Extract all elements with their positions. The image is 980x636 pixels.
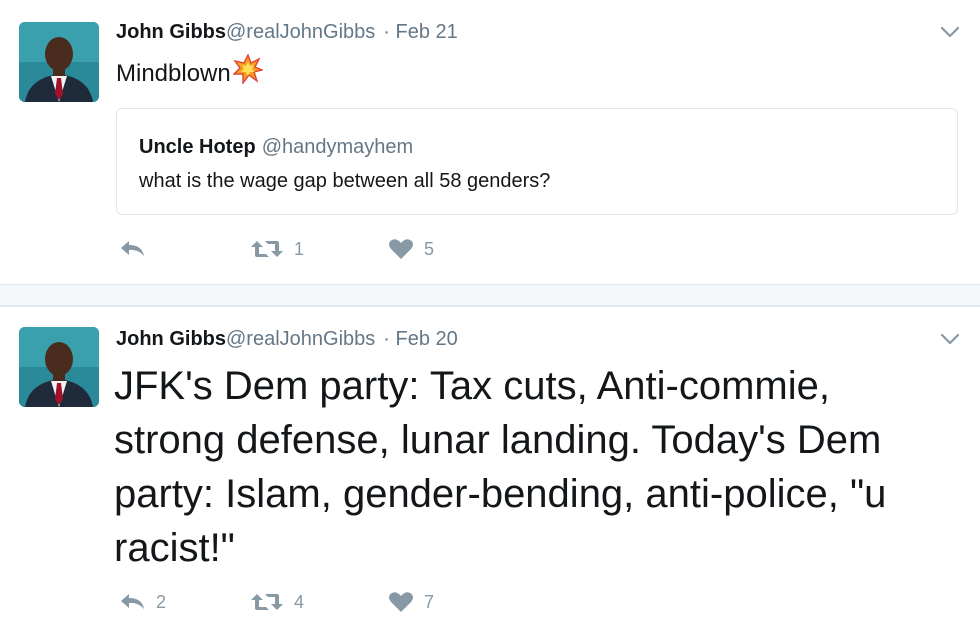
like-button[interactable]: 5 (388, 234, 434, 264)
tweet-date[interactable]: Feb 20 (396, 328, 458, 350)
reply-icon (118, 238, 146, 260)
tweet-date[interactable]: Feb 21 (396, 21, 458, 43)
retweet-count: 1 (294, 238, 305, 259)
retweet-button[interactable]: 1 (250, 234, 304, 264)
collision-icon (232, 53, 264, 92)
tweet[interactable]: John Gibbs@realJohnGibbs · Feb 21 Mindblo… (0, 0, 980, 284)
reply-icon (118, 591, 146, 613)
tweet-separator (0, 284, 980, 306)
separator-dot: · (383, 328, 390, 350)
reply-count: 2 (156, 591, 167, 612)
like-count: 5 (424, 238, 435, 259)
author-handle[interactable]: @realJohnGibbs (226, 328, 375, 350)
tweet-text: JFK's Dem party: Tax cuts, Anti-commie, … (114, 364, 887, 570)
avatar[interactable] (19, 327, 99, 407)
avatar[interactable] (19, 22, 99, 102)
retweet-icon (250, 591, 284, 613)
author-handle[interactable]: @realJohnGibbs (226, 21, 375, 43)
separator-dot: · (383, 21, 390, 43)
retweet-count: 4 (294, 591, 305, 612)
like-count: 7 (424, 591, 435, 612)
like-button[interactable]: 7 (388, 587, 434, 617)
retweet-button[interactable]: 4 (250, 587, 304, 617)
chevron-down-icon[interactable] (938, 327, 962, 351)
quoted-author-handle: @handymayhem (261, 136, 414, 158)
tweet-header: John Gibbs@realJohnGibbs · Feb 21 (116, 20, 458, 44)
quoted-author-name: Uncle Hotep (139, 136, 256, 158)
quoted-header: Uncle Hotep @handymayhem (139, 135, 413, 159)
reply-button[interactable] (118, 234, 156, 264)
tweet-text: Mindblown (116, 53, 264, 92)
reply-button[interactable]: 2 (118, 587, 166, 617)
retweet-icon (250, 238, 284, 260)
quoted-text: what is the wage gap between all 58 gend… (139, 170, 551, 192)
quoted-tweet[interactable]: Uncle Hotep @handymayhem what is the wage… (116, 108, 958, 215)
tweet-header: John Gibbs@realJohnGibbs · Feb 20 (116, 327, 458, 351)
chevron-down-icon[interactable] (938, 20, 962, 44)
tweet[interactable]: John Gibbs@realJohnGibbs · Feb 20 JFK's D… (0, 306, 980, 636)
heart-icon (388, 238, 414, 260)
author-name[interactable]: John Gibbs (116, 21, 226, 43)
tweet-actions: 2 4 7 (116, 587, 616, 617)
author-name[interactable]: John Gibbs (116, 328, 226, 350)
tweet-actions: 1 5 (116, 234, 616, 264)
heart-icon (388, 591, 414, 613)
